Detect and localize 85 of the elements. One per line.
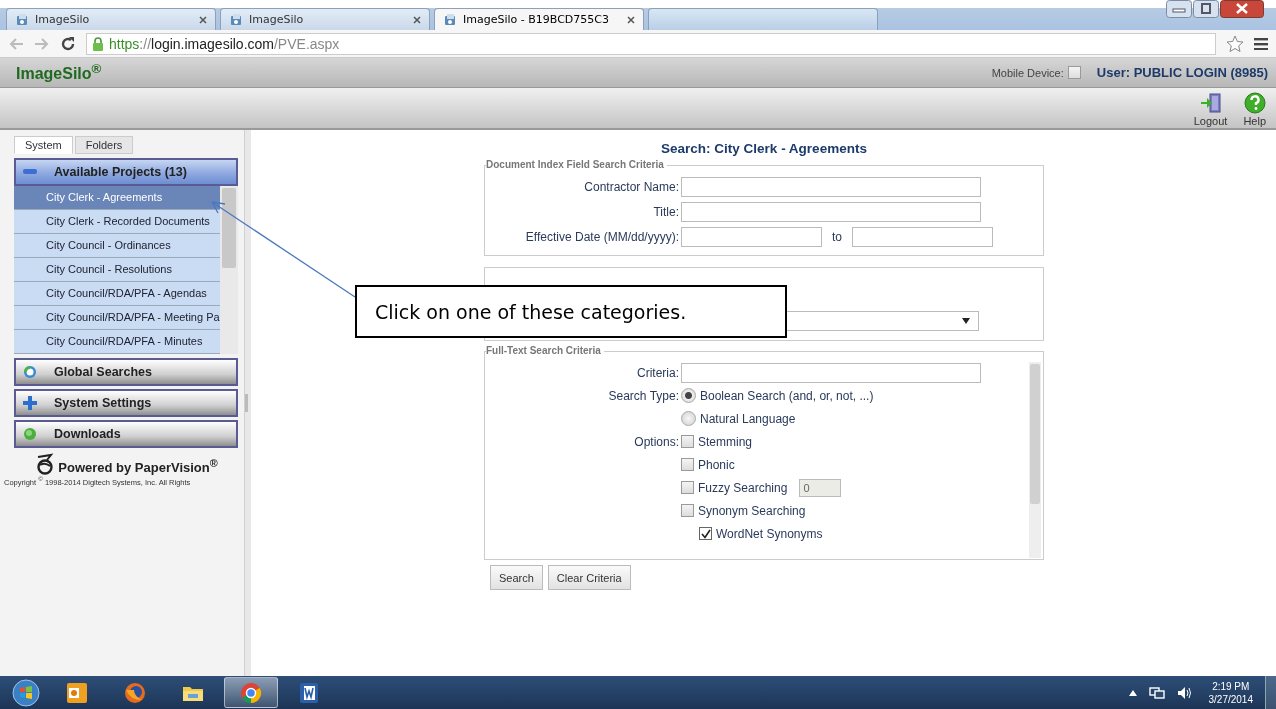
callout-tooltip: Click on one of these categories. [355,285,787,338]
clear-button[interactable]: Clear Criteria [547,565,631,590]
section-header[interactable]: Downloads [14,420,238,448]
search-title: Search: City Clerk - Agreements [660,141,868,156]
section-header[interactable]: Available Projects (13) [14,158,238,186]
scrollbar-thumb[interactable] [1030,364,1040,504]
orb-icon [22,426,38,442]
clock-time: 2:19 PM [1212,679,1250,693]
maximize-icon [1193,0,1219,18]
help-button[interactable]: Help [1239,92,1270,127]
mobile-device-checkbox[interactable] [1067,66,1081,79]
section-header[interactable]: System Settings [14,389,238,417]
date-field[interactable] [852,226,993,247]
close-icon [199,15,207,24]
text-field[interactable] [681,362,981,383]
option-label: Natural Language [700,411,796,426]
powered-by-text: Powered by PaperVision$^{®}$ [58,456,218,475]
address-field[interactable]: https://login.imagesilo.com/PVE.aspx [86,32,1216,55]
url-text: https://login.imagesilo.com/PVE.aspx [109,35,340,52]
browser-tab[interactable] [648,8,878,30]
field-label: Search Type: [607,388,679,403]
field-label: Criteria: [636,365,679,380]
show-desktop-button[interactable] [1265,676,1276,709]
scrollbar-thumb[interactable] [222,188,236,268]
checkbox[interactable] [699,527,712,540]
star-icon [1226,34,1244,53]
browser-tab[interactable]: ImageSilo - B19BCD755C3 [434,8,644,30]
option-label: Fuzzy Searching [698,480,788,495]
option-label: Boolean Search (and, or, not, ...) [700,388,874,403]
option-label: WordNet Synonyms [716,526,823,541]
splitter-handle[interactable] [245,394,248,412]
network-icon [1148,685,1165,700]
close-icon [413,15,421,24]
checkbox[interactable] [681,435,694,448]
minimize-icon [1166,0,1192,18]
fieldset-legend: Full-Text Search Criteria [486,345,604,356]
radio-button[interactable] [681,411,696,426]
checkbox[interactable] [681,481,694,494]
radio-button[interactable] [681,388,696,403]
option-label: Stemming [698,434,753,449]
caret-icon [962,318,970,324]
back-icon [8,36,24,51]
range-label: to [832,229,842,244]
user-name: User: PUBLIC LOGIN (8985) [1096,65,1268,80]
sidebar-tab[interactable]: System [14,136,73,154]
tray-arrow-icon [1128,689,1137,696]
tab-title: ImageSilo [249,13,305,26]
fieldset-legend: Document Index Field Search Criteria [486,159,667,170]
close-icon [627,15,635,24]
text-field[interactable] [681,201,981,222]
tab-title: ImageSilo [35,13,91,26]
sidebar-tab[interactable]: Folders [74,136,134,154]
app-title: ImageSilo$^{®}$ [16,61,102,84]
tab-title: ImageSilo - B19BCD755C3 [463,13,610,26]
number-field[interactable]: 0 [799,478,842,497]
plus-icon [22,395,38,411]
date-field[interactable] [681,226,822,247]
door-icon [1199,92,1222,114]
option-label: Synonym Searching [698,503,806,518]
field-label: Effective Date (MM/dd/yyyy): [524,229,679,244]
menu-icon [1254,37,1268,50]
help-icon [1243,92,1266,114]
checkbox[interactable] [681,504,694,517]
globe-icon [22,364,38,380]
checkmark-icon [700,528,711,539]
browser-tab[interactable]: ImageSilo [6,8,216,30]
section-header[interactable]: Global Searches [14,358,238,386]
option-label: Phonic [698,457,735,472]
search-button[interactable]: Search [490,565,543,590]
field-label: Options: [633,434,679,449]
clock-date: 3/27/2014 [1208,692,1253,706]
checkbox[interactable] [681,458,694,471]
close-icon [1220,0,1264,18]
reload-icon [60,35,76,52]
mobile-device-label: Mobile Device: [991,66,1064,79]
forward-icon [34,36,50,51]
browser-tab[interactable]: ImageSilo [220,8,430,30]
project-item[interactable]: City Clerk - Agreements [14,186,221,210]
logout-button[interactable]: Logout [1189,92,1232,127]
field-label: Contractor Name: [583,179,679,194]
volume-icon [1176,685,1193,700]
field-label: Title: [652,204,679,219]
lock-icon [93,36,103,51]
windows-logo-icon [12,678,40,707]
text-field[interactable] [681,176,981,197]
